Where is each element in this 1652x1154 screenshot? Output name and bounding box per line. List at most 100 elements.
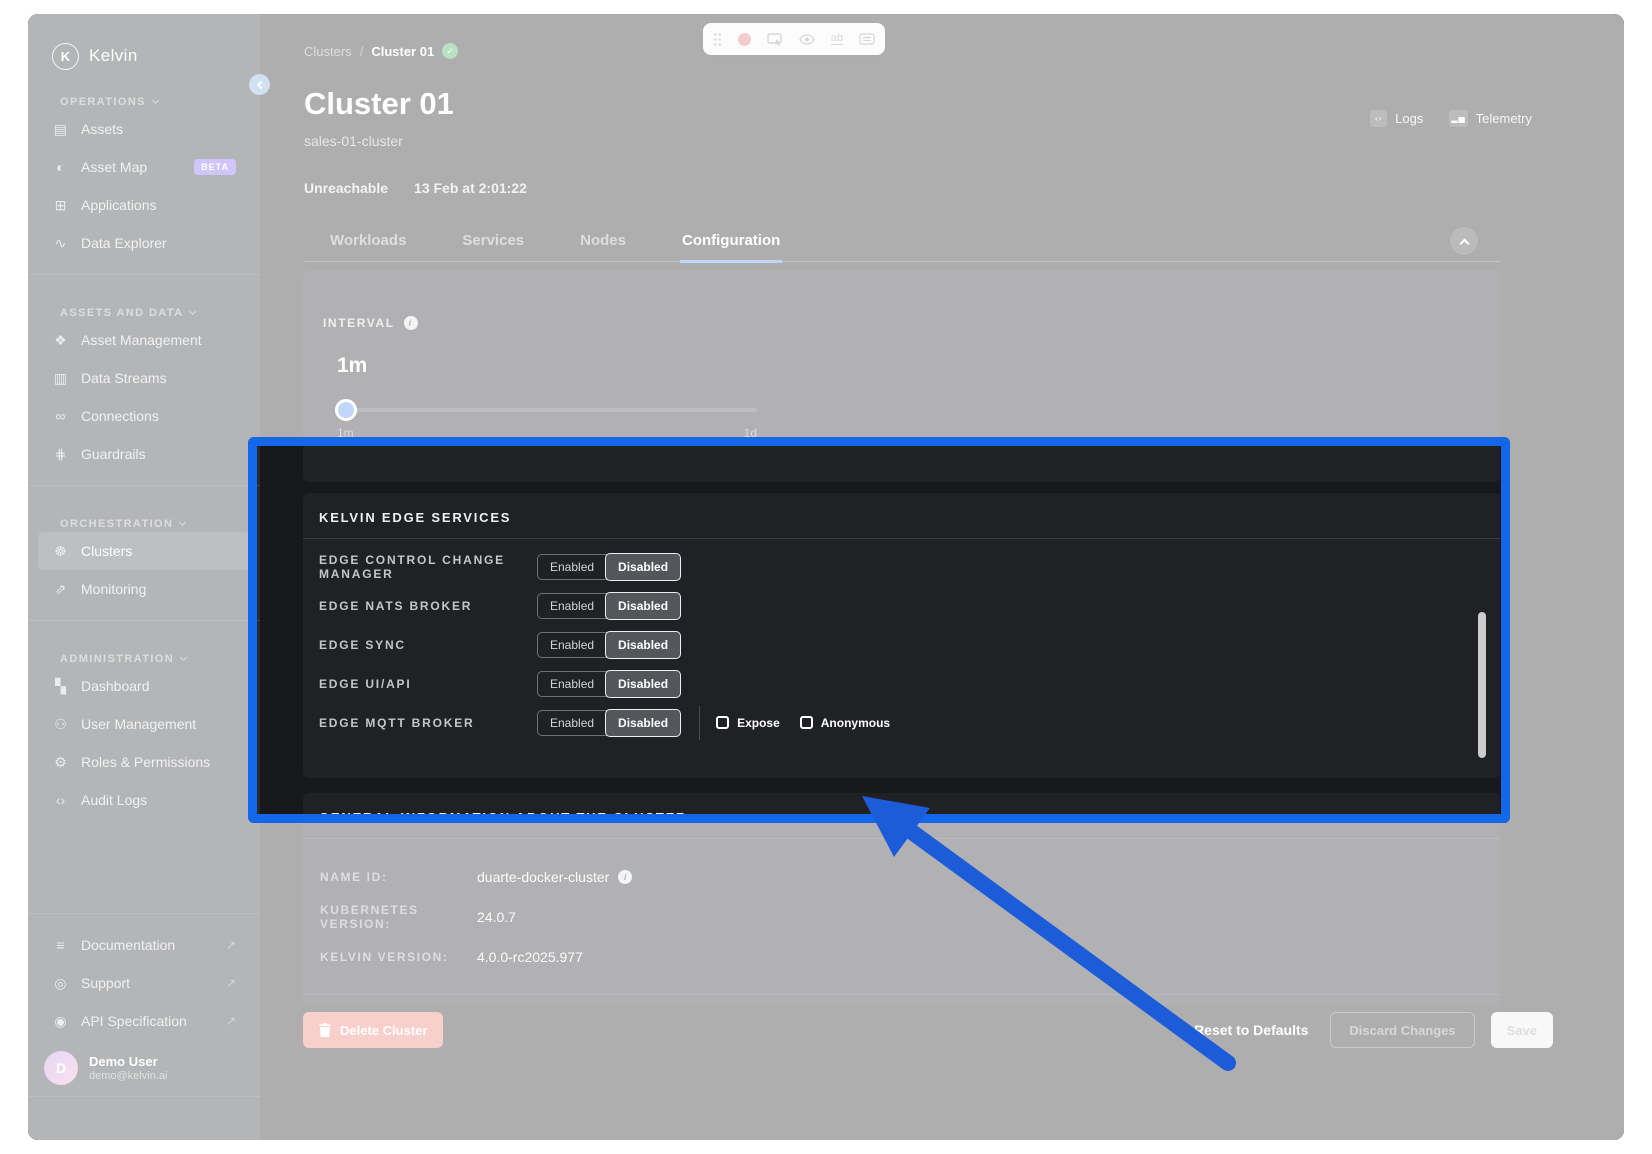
edge-services-card: KELVIN EDGE SERVICES EDGE CONTROL CHANGE…: [303, 493, 1500, 778]
document-icon: ≡: [52, 937, 69, 953]
chevron-down-icon: [179, 519, 186, 526]
external-link-icon: ↗: [226, 976, 236, 990]
sidebar-item-applications[interactable]: ⊞ Applications: [38, 186, 250, 224]
tab-nodes[interactable]: Nodes: [578, 226, 628, 261]
reset-to-defaults-button[interactable]: ↺ Reset to Defaults: [1167, 1020, 1314, 1040]
interval-slider-labels: 1m 1d: [337, 426, 757, 440]
barrier-icon: ⋕: [52, 446, 69, 463]
general-info-card: GENERAL INFORMATION ABOUT THE CLUSTER NA…: [303, 793, 1500, 1005]
disabled-button[interactable]: Disabled: [605, 631, 681, 659]
breadcrumb-clusters-link[interactable]: Clusters: [304, 44, 352, 59]
delete-cluster-button[interactable]: Delete Cluster: [303, 1012, 443, 1048]
eye-icon[interactable]: [799, 34, 815, 45]
record-button[interactable]: [738, 33, 751, 46]
kelvin-version-row: KELVIN VERSION: 4.0.0-rc2025.977: [303, 937, 1500, 977]
sidebar-item-assets[interactable]: ▤ Assets: [38, 110, 250, 148]
tab-services[interactable]: Services: [460, 226, 526, 261]
general-info-title: GENERAL INFORMATION ABOUT THE CLUSTER: [303, 793, 1500, 838]
info-icon[interactable]: i: [618, 870, 632, 884]
sidebar-item-connections[interactable]: ∞ Connections: [38, 397, 250, 435]
kubernetes-version-value: 24.0.7: [477, 909, 516, 925]
save-button[interactable]: Save: [1491, 1012, 1553, 1048]
edge-ui-api-toggle: Enabled Disabled: [537, 671, 681, 697]
text-tool-icon[interactable]: ab: [831, 33, 843, 45]
tab-configuration[interactable]: Configuration: [680, 226, 782, 263]
edge-nats-broker-toggle: Enabled Disabled: [537, 593, 681, 619]
discard-changes-button[interactable]: Discard Changes: [1330, 1012, 1474, 1048]
enabled-button[interactable]: Enabled: [538, 554, 606, 580]
sidebar-item-api-specification[interactable]: ◉ API Specification ↗: [38, 1002, 250, 1040]
enabled-button[interactable]: Enabled: [538, 671, 606, 697]
sidebar-item-asset-map[interactable]: ◐ Asset Map BETA: [38, 148, 250, 186]
status-badge: Unreachable: [304, 180, 388, 196]
sidebar-collapse-button[interactable]: [249, 74, 270, 95]
tab-workloads[interactable]: Workloads: [328, 226, 408, 261]
connector-icon: ∞: [52, 408, 69, 424]
slider-min-label: 1m: [337, 426, 354, 440]
edge-ui-api-row: EDGE UI/API Enabled Disabled: [303, 664, 1500, 703]
sidebar-footer: [28, 1096, 260, 1140]
disabled-button[interactable]: Disabled: [605, 592, 681, 620]
sidebar-item-roles-permissions[interactable]: ⚙ Roles & Permissions: [38, 743, 250, 781]
header-actions: ‹› Logs ▂▅ Telemetry: [1370, 110, 1532, 127]
main-content: Clusters / Cluster 01 ✓ Cluster 01 ‹› Lo…: [260, 14, 1624, 1140]
grid-icon: ⊞: [52, 197, 69, 214]
beta-badge: BETA: [194, 159, 236, 175]
chevron-down-icon: [152, 97, 159, 104]
drag-handle-icon[interactable]: [713, 32, 722, 47]
sidebar-divider: [28, 485, 260, 486]
notes-icon[interactable]: [859, 33, 875, 45]
panel-scrollbar-thumb[interactable]: [1478, 612, 1486, 758]
users-icon: ⚇: [52, 716, 69, 733]
edge-control-change-manager-row: EDGE CONTROL CHANGE MANAGER Enabled Disa…: [303, 547, 1500, 586]
disabled-button[interactable]: Disabled: [605, 553, 681, 581]
interval-slider-handle[interactable]: [335, 399, 357, 421]
sidebar-item-monitoring[interactable]: ⇗ Monitoring: [38, 570, 250, 608]
sidebar-item-documentation[interactable]: ≡ Documentation ↗: [38, 926, 250, 964]
sidebar-section-administration[interactable]: ADMINISTRATION: [28, 651, 260, 667]
sidebar-item-user-management[interactable]: ⚇ User Management: [38, 705, 250, 743]
sidebar-item-asset-management[interactable]: ❖ Asset Management: [38, 321, 250, 359]
disabled-button[interactable]: Disabled: [605, 709, 681, 737]
disabled-button[interactable]: Disabled: [605, 670, 681, 698]
checkbox-box: [800, 716, 813, 729]
sidebar-item-dashboard[interactable]: ▚ Dashboard: [38, 667, 250, 705]
interval-slider-track[interactable]: [337, 408, 757, 412]
collapse-section-button[interactable]: [1450, 227, 1478, 255]
edge-control-change-manager-toggle: Enabled Disabled: [537, 554, 681, 580]
footer-actions: ↺ Reset to Defaults Discard Changes Save: [1167, 1012, 1553, 1048]
chevron-up-icon: [1459, 238, 1469, 248]
trash-icon: [319, 1023, 331, 1037]
user-menu[interactable]: D Demo User demo@kelvin.ai: [28, 1040, 260, 1096]
enabled-button[interactable]: Enabled: [538, 632, 606, 658]
sidebar-item-guardrails[interactable]: ⋕ Guardrails: [38, 435, 250, 473]
logs-button[interactable]: ‹› Logs: [1370, 110, 1423, 127]
chevron-down-icon: [189, 308, 196, 315]
screen-share-icon[interactable]: [767, 33, 783, 46]
edge-sync-row: EDGE SYNC Enabled Disabled: [303, 625, 1500, 664]
sidebar-item-clusters[interactable]: ☸ Clusters: [38, 532, 250, 570]
expose-checkbox[interactable]: Expose: [716, 716, 780, 730]
user-email: demo@kelvin.ai: [89, 1070, 167, 1082]
enabled-button[interactable]: Enabled: [538, 710, 606, 736]
user-name: Demo User: [89, 1054, 167, 1070]
sidebar-section-orchestration[interactable]: ORCHESTRATION: [28, 516, 260, 532]
external-link-icon: ↗: [226, 1014, 236, 1028]
sidebar-item-audit-logs[interactable]: ‹› Audit Logs: [38, 781, 250, 819]
anonymous-checkbox[interactable]: Anonymous: [800, 716, 890, 730]
kelvin-logo[interactable]: K Kelvin: [28, 14, 260, 76]
breadcrumb-separator: /: [360, 44, 364, 59]
sidebar-item-data-explorer[interactable]: ∿ Data Explorer: [38, 224, 250, 262]
info-icon[interactable]: i: [404, 316, 418, 330]
sidebar-item-data-streams[interactable]: ▥ Data Streams: [38, 359, 250, 397]
breadcrumb: Clusters / Cluster 01 ✓: [304, 43, 458, 59]
sidebar-item-support[interactable]: ◎ Support ↗: [38, 964, 250, 1002]
edge-mqtt-broker-toggle: Enabled Disabled: [537, 710, 681, 736]
sidebar-spacer: [28, 819, 260, 901]
tab-bar: Workloads Services Nodes Configuration: [304, 226, 1500, 262]
enabled-button[interactable]: Enabled: [538, 593, 606, 619]
sidebar-section-assets-and-data[interactable]: ASSETS AND DATA: [28, 305, 260, 321]
assets-icon: ▤: [52, 121, 69, 138]
telemetry-button[interactable]: ▂▅ Telemetry: [1449, 110, 1532, 127]
sidebar-section-operations[interactable]: OPERATIONS: [28, 94, 260, 110]
